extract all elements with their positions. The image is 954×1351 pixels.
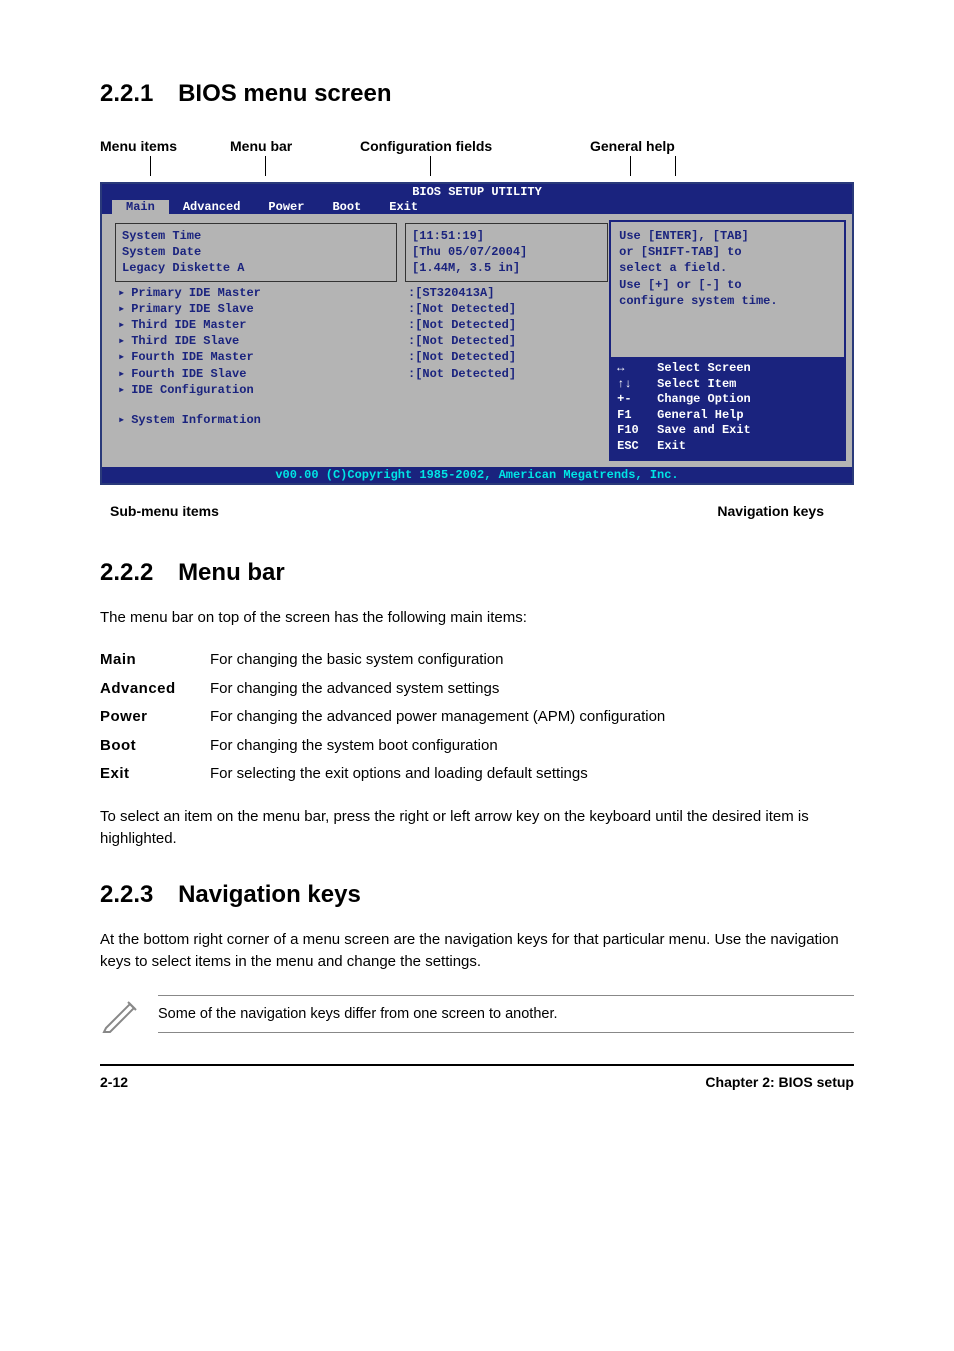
bios-tab-power[interactable]: Power [254, 200, 318, 214]
item-primary-ide-slave[interactable]: Primary IDE Slave [118, 301, 394, 317]
menu-label: Main [100, 649, 210, 672]
menu-desc: For changing the advanced power manageme… [210, 706, 854, 729]
bios-footer: v00.00 (C)Copyright 1985-2002, American … [102, 467, 852, 483]
menu-row-exit: Exit For selecting the exit options and … [100, 763, 854, 786]
nav-key: ↑↓ [617, 377, 657, 393]
bios-nav-keys-panel: ↔Select Screen ↑↓Select Item +-Change Op… [611, 357, 844, 459]
help-line: select a field. [619, 260, 836, 276]
label-navigation-keys: Navigation keys [717, 503, 824, 519]
section-title: BIOS menu screen [178, 80, 391, 107]
value-legacy-diskette: [1.44M, 3.5 in] [412, 260, 601, 276]
section-num: 2.2.3 [100, 881, 153, 908]
value-third-ide-slave: :[Not Detected] [408, 333, 605, 349]
item-system-date[interactable]: System Date [122, 244, 390, 260]
label-menu-items: Menu items [100, 138, 177, 154]
section-heading-222: 2.2.2 Menu bar [100, 559, 854, 587]
section-title: Menu bar [178, 559, 285, 586]
help-line: Use [ENTER], [TAB] [619, 228, 836, 244]
nav-key: F1 [617, 408, 657, 424]
item-system-time[interactable]: System Time [122, 228, 390, 244]
nav-label: Select Item [657, 377, 736, 393]
chapter-label: Chapter 2: BIOS setup [705, 1074, 854, 1090]
item-ide-config[interactable]: IDE Configuration [118, 382, 394, 398]
bios-title: BIOS SETUP UTILITY [102, 184, 852, 200]
bios-tab-exit[interactable]: Exit [375, 200, 432, 214]
nav-label: Save and Exit [657, 423, 751, 439]
nav-label: Exit [657, 439, 686, 455]
menu-label: Exit [100, 763, 210, 786]
nav-keys-body: At the bottom right corner of a menu scr… [100, 929, 854, 974]
item-fourth-ide-slave[interactable]: Fourth IDE Slave [118, 366, 394, 382]
menu-desc: For changing the basic system configurat… [210, 649, 854, 672]
pencil-icon [100, 994, 140, 1034]
bios-left-pane: System Time System Date Legacy Diskette … [108, 220, 404, 461]
menu-bar-table: Main For changing the basic system confi… [100, 649, 854, 786]
bios-tab-advanced[interactable]: Advanced [169, 200, 255, 214]
menu-bar-outro: To select an item on the menu bar, press… [100, 806, 854, 851]
menu-row-advanced: Advanced For changing the advanced syste… [100, 678, 854, 701]
value-system-time: [11:51:19] [412, 228, 601, 244]
value-third-ide-master: :[Not Detected] [408, 317, 605, 333]
page-footer: 2-12 Chapter 2: BIOS setup [100, 1064, 854, 1090]
item-system-information[interactable]: System Information [118, 412, 394, 428]
nav-key: F10 [617, 423, 657, 439]
label-general-help: General help [590, 138, 675, 154]
bios-diagram: Menu items Menu bar Configuration fields… [100, 138, 854, 519]
section-num: 2.2.1 [100, 80, 153, 107]
nav-label: Change Option [657, 392, 751, 408]
note-text: Some of the navigation keys differ from … [158, 995, 854, 1033]
section-title: Navigation keys [178, 881, 361, 908]
menu-row-power: Power For changing the advanced power ma… [100, 706, 854, 729]
value-system-date: [Thu 05/07/2004] [412, 244, 601, 260]
menu-desc: For changing the advanced system setting… [210, 678, 854, 701]
menu-row-main: Main For changing the basic system confi… [100, 649, 854, 672]
menu-bar-intro: The menu bar on top of the screen has th… [100, 607, 854, 630]
label-submenu-items: Sub-menu items [110, 503, 219, 519]
menu-desc: For changing the system boot configurati… [210, 735, 854, 758]
menu-row-boot: Boot For changing the system boot config… [100, 735, 854, 758]
help-line: configure system time. [619, 293, 836, 309]
nav-key: +- [617, 392, 657, 408]
nav-key: ESC [617, 439, 657, 455]
help-line: Use [+] or [-] to [619, 277, 836, 293]
item-fourth-ide-master[interactable]: Fourth IDE Master [118, 349, 394, 365]
item-third-ide-slave[interactable]: Third IDE Slave [118, 333, 394, 349]
nav-label: Select Screen [657, 361, 751, 377]
note-box: Some of the navigation keys differ from … [100, 994, 854, 1034]
help-line: or [SHIFT-TAB] to [619, 244, 836, 260]
bios-help-pane: Use [ENTER], [TAB] or [SHIFT-TAB] to sel… [609, 220, 846, 461]
nav-label: General Help [657, 408, 743, 424]
value-primary-ide-slave: :[Not Detected] [408, 301, 605, 317]
bios-center-pane: [11:51:19] [Thu 05/07/2004] [1.44M, 3.5 … [404, 220, 609, 461]
item-third-ide-master[interactable]: Third IDE Master [118, 317, 394, 333]
page-number: 2-12 [100, 1074, 128, 1090]
value-primary-ide-master: :[ST320413A] [408, 285, 605, 301]
nav-key: ↔ [617, 361, 657, 377]
bios-tab-main[interactable]: Main [112, 200, 169, 214]
label-config-fields: Configuration fields [360, 138, 492, 154]
value-fourth-ide-slave: :[Not Detected] [408, 366, 605, 382]
item-legacy-diskette[interactable]: Legacy Diskette A [122, 260, 390, 276]
bios-window: BIOS SETUP UTILITY Main Advanced Power B… [100, 182, 854, 485]
label-menu-bar: Menu bar [230, 138, 292, 154]
value-fourth-ide-master: :[Not Detected] [408, 349, 605, 365]
bios-tab-bar: Main Advanced Power Boot Exit [102, 200, 852, 214]
menu-label: Boot [100, 735, 210, 758]
menu-label: Power [100, 706, 210, 729]
section-heading-223: 2.2.3 Navigation keys [100, 881, 854, 909]
menu-label: Advanced [100, 678, 210, 701]
menu-desc: For selecting the exit options and loadi… [210, 763, 854, 786]
section-heading-221: 2.2.1 BIOS menu screen [100, 80, 854, 108]
item-primary-ide-master[interactable]: Primary IDE Master [118, 285, 394, 301]
diagram-bottom-labels: Sub-menu items Navigation keys [100, 503, 854, 519]
bios-tab-boot[interactable]: Boot [318, 200, 375, 214]
section-num: 2.2.2 [100, 559, 153, 586]
diagram-top-labels: Menu items Menu bar Configuration fields… [100, 138, 854, 178]
